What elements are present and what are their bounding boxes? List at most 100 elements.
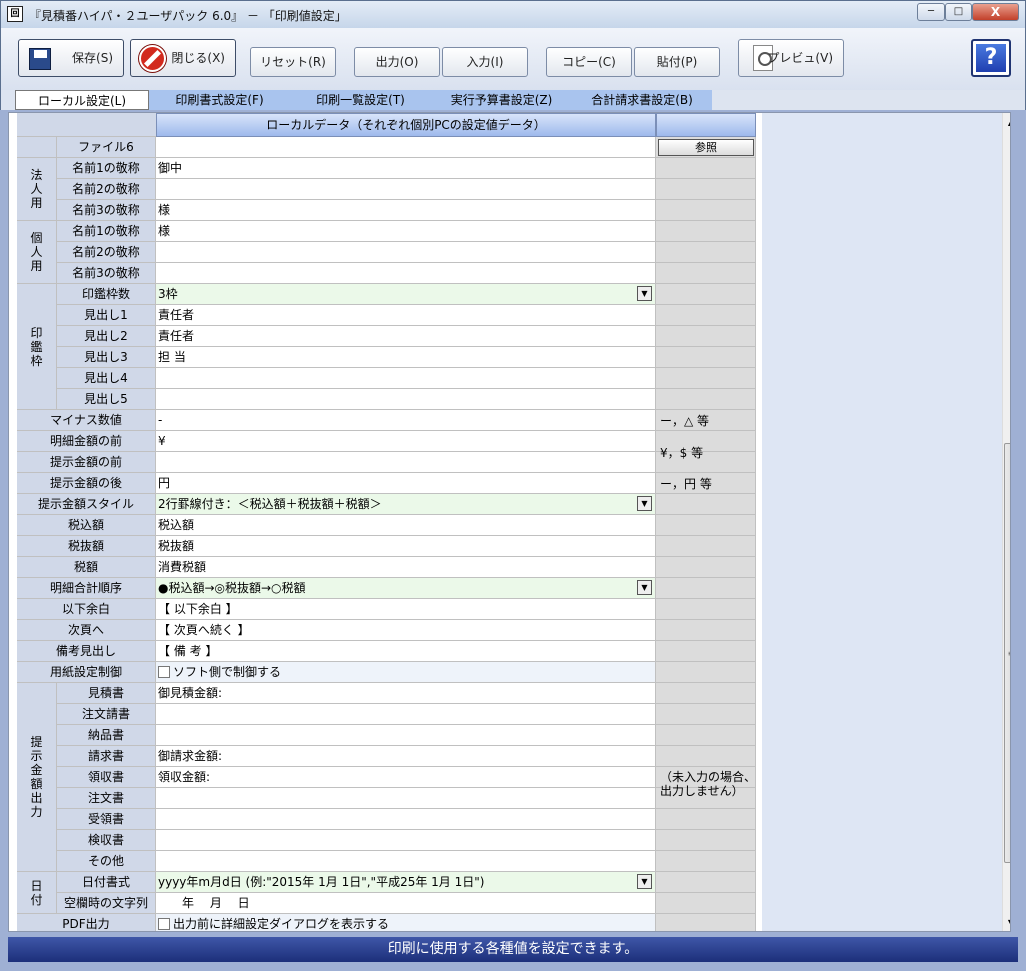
setting-label: 名前3の敬称 — [57, 200, 156, 221]
close-button[interactable]: 閉じる(X) — [130, 39, 236, 77]
setting-input[interactable] — [156, 389, 656, 410]
setting-input[interactable]: 【 次頁へ続く 】 — [156, 620, 656, 641]
dropdown-arrow-icon[interactable]: ▼ — [637, 874, 652, 889]
setting-input[interactable]: 円 — [156, 473, 656, 494]
setting-row-amount-before: 提示金額の前 — [17, 452, 763, 473]
note-cell — [656, 914, 756, 931]
setting-input[interactable] — [156, 725, 656, 746]
tab-local-settings[interactable]: ローカル設定(L) — [15, 90, 149, 110]
help-button[interactable]: ? — [971, 39, 1011, 77]
setting-label: 備考見出し — [17, 641, 156, 662]
browse-button[interactable]: 参照 — [658, 139, 754, 156]
setting-input[interactable]: 御見積金額: — [156, 683, 656, 704]
setting-checkbox[interactable]: ソフト側で制御する — [156, 662, 656, 683]
checkbox-icon[interactable] — [158, 666, 170, 678]
setting-row-invoice: 請求書 御請求金額: — [17, 746, 763, 767]
setting-value: 御中 — [158, 161, 183, 175]
setting-input[interactable]: 御中 — [156, 158, 656, 179]
maximize-button[interactable]: □ — [945, 3, 972, 21]
tab-print-list[interactable]: 印刷一覧設定(T) — [290, 90, 431, 110]
scroll-down-arrow-icon[interactable]: ▼ — [1003, 916, 1010, 930]
tab-total-invoice[interactable]: 合計請求書設定(B) — [572, 90, 712, 110]
setting-input[interactable]: ¥ — [156, 431, 656, 452]
note-cell — [656, 221, 756, 242]
setting-row-corp-name1: 名前1の敬称 御中 — [17, 158, 763, 179]
setting-label: PDF出力 — [17, 914, 156, 931]
setting-row-date-format: 日付書式 yyyy年m月d日 (例:"2015年 1月 1日","平成25年 1月… — [17, 872, 763, 893]
setting-input[interactable]: 領収金額: — [156, 767, 656, 788]
reset-button[interactable]: リセット(R) — [250, 47, 336, 77]
setting-input[interactable] — [156, 368, 656, 389]
setting-row-corp-name2: 名前2の敬称 — [17, 179, 763, 200]
setting-row-heading1: 見出し1 責任者 — [17, 305, 763, 326]
setting-input[interactable]: - — [156, 410, 656, 431]
setting-input[interactable]: 様 — [156, 221, 656, 242]
setting-label: 税抜額 — [17, 536, 156, 557]
setting-input[interactable]: 御請求金額: — [156, 746, 656, 767]
setting-dropdown[interactable]: ●税込額→◎税抜額→○税額 ▼ — [156, 578, 656, 599]
setting-input[interactable]: 税抜額 — [156, 536, 656, 557]
setting-input[interactable]: 責任者 — [156, 305, 656, 326]
vertical-scrollbar[interactable]: ▲ ≡ ▼ — [1002, 113, 1010, 931]
setting-row-amount-style: 提示金額スタイル 2行罫線付き：＜税込額＋税抜額＋税額＞ ▼ — [17, 494, 763, 515]
setting-checkbox[interactable]: 出力前に詳細設定ダイアログを表示する — [156, 914, 656, 931]
setting-dropdown[interactable]: yyyy年m月d日 (例:"2015年 1月 1日","平成25年 1月 1日"… — [156, 872, 656, 893]
setting-value: 年 月 日 — [158, 896, 250, 910]
note-cell — [656, 284, 756, 305]
setting-value: 円 — [158, 476, 171, 490]
setting-input[interactable]: 【 備 考 】 — [156, 641, 656, 662]
setting-input[interactable]: 担 当 — [156, 347, 656, 368]
setting-input[interactable] — [156, 704, 656, 725]
setting-input[interactable] — [156, 179, 656, 200]
setting-input[interactable]: 責任者 — [156, 326, 656, 347]
dropdown-arrow-icon[interactable]: ▼ — [637, 286, 652, 301]
setting-row-corp-name3: 名前3の敬称様 — [17, 200, 763, 221]
minimize-button[interactable]: ─ — [917, 3, 945, 21]
tab-print-format[interactable]: 印刷書式設定(F) — [149, 90, 290, 110]
setting-row-file6: ファイル6 参照 — [17, 137, 763, 158]
setting-input[interactable] — [156, 263, 656, 284]
setting-row-acceptance: 受領書 — [17, 809, 763, 830]
right-pane — [762, 113, 1002, 931]
setting-dropdown[interactable]: 3枠 ▼ — [156, 284, 656, 305]
group-label-text: 法人用 — [30, 168, 43, 210]
setting-input[interactable] — [156, 830, 656, 851]
window-close-button[interactable]: X — [972, 3, 1019, 21]
setting-input[interactable] — [156, 242, 656, 263]
grid-header-title: ローカルデータ（それぞれ個別PCの設定値データ） — [156, 113, 656, 137]
checkbox-icon[interactable] — [158, 918, 170, 930]
dropdown-arrow-icon[interactable]: ▼ — [637, 580, 652, 595]
setting-input[interactable] — [156, 809, 656, 830]
note-cell — [656, 242, 756, 263]
setting-input[interactable] — [156, 788, 656, 809]
grid-header-note — [656, 113, 756, 137]
scroll-thumb[interactable]: ≡ — [1004, 443, 1010, 863]
app-icon[interactable]: 回 — [7, 6, 23, 22]
output-button[interactable]: 出力(O) — [354, 47, 440, 77]
scroll-up-arrow-icon[interactable]: ▲ — [1003, 116, 1010, 130]
setting-label: 税額 — [17, 557, 156, 578]
paste-button[interactable]: 貼付(P) — [634, 47, 720, 77]
setting-input[interactable] — [156, 137, 656, 158]
dropdown-arrow-icon[interactable]: ▼ — [637, 496, 652, 511]
setting-row-amount-after: 提示金額の後円 — [17, 473, 763, 494]
setting-input[interactable]: 税込額 — [156, 515, 656, 536]
input-button[interactable]: 入力(I) — [442, 47, 528, 77]
setting-label: 注文書 — [57, 788, 156, 809]
setting-dropdown[interactable]: 2行罫線付き：＜税込額＋税抜額＋税額＞ ▼ — [156, 494, 656, 515]
save-button[interactable]: 保存(S) — [18, 39, 124, 77]
copy-button[interactable]: コピー(C) — [546, 47, 632, 77]
setting-row-detail-before: 明細金額の前 ¥ — [17, 431, 763, 452]
setting-input[interactable]: 様 — [156, 200, 656, 221]
setting-input[interactable] — [156, 452, 656, 473]
setting-value: 様 — [158, 203, 171, 217]
setting-row-minus: マイナス数値 - — [17, 410, 763, 431]
setting-input[interactable]: 年 月 日 — [156, 893, 656, 914]
setting-input[interactable] — [156, 851, 656, 872]
setting-input[interactable]: 消費税額 — [156, 557, 656, 578]
setting-input[interactable]: 【 以下余白 】 — [156, 599, 656, 620]
setting-value: 出力前に詳細設定ダイアログを表示する — [173, 917, 390, 931]
tab-budget[interactable]: 実行予算書設定(Z) — [431, 90, 572, 110]
preview-button[interactable]: プレビュ(V) — [738, 39, 844, 77]
currency-note: ¥，$ 等 — [660, 446, 704, 460]
